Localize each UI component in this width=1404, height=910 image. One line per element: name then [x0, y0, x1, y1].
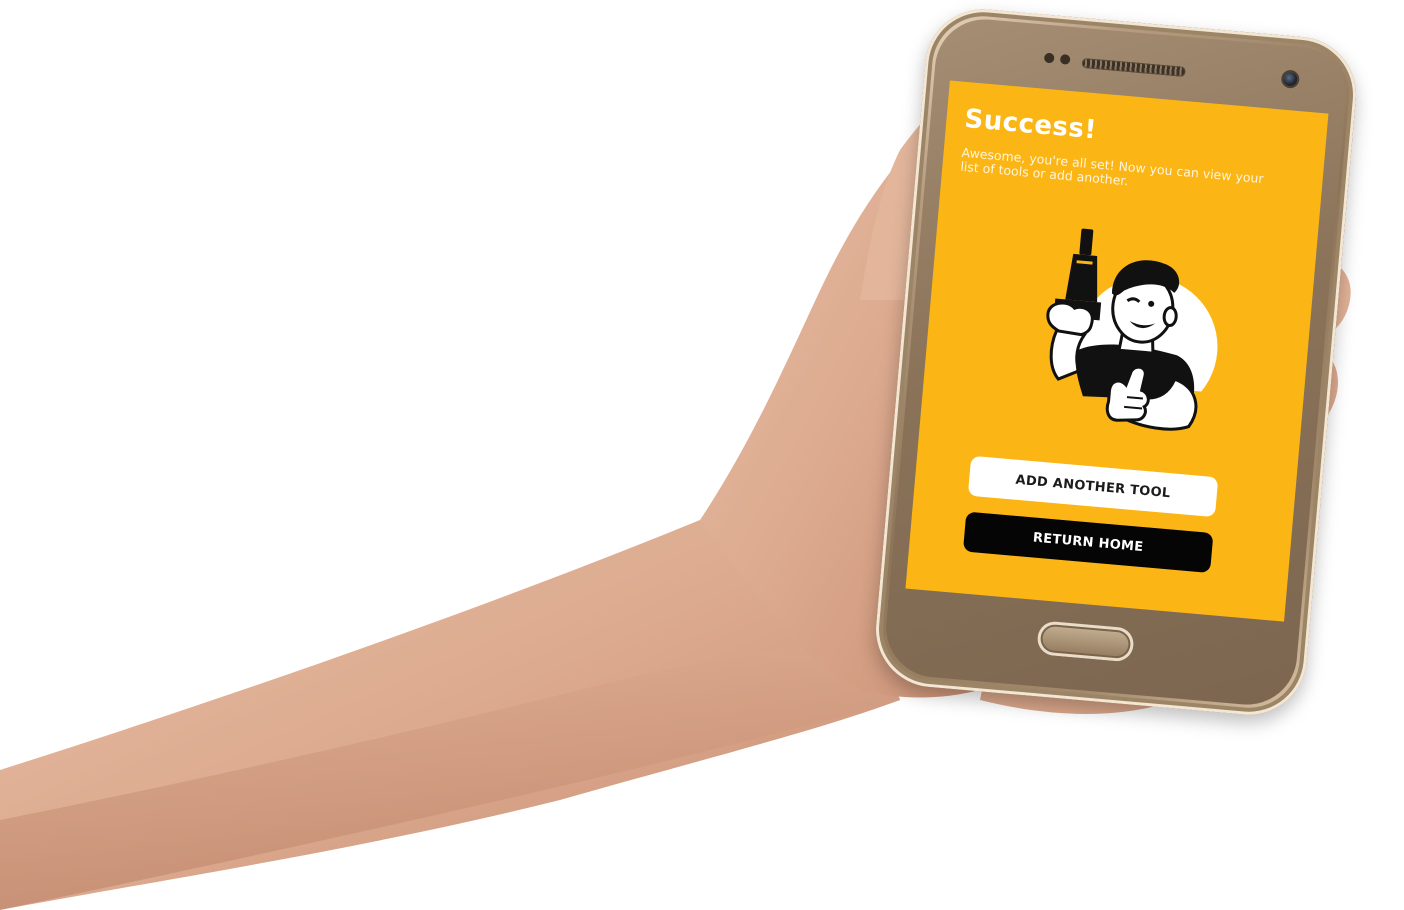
smartphone: Success! Awesome, you're all set! Now yo… [871, 4, 1361, 720]
photo-stage: Success! Awesome, you're all set! Now yo… [0, 0, 1404, 910]
add-another-tool-button[interactable]: ADD ANOTHER TOOL [967, 455, 1219, 518]
page-title: Success! [963, 103, 1098, 146]
success-message: Awesome, you're all set! Now you can vie… [959, 144, 1265, 189]
return-home-button[interactable]: RETURN HOME [962, 511, 1214, 573]
handyman-with-drill-thumbs-up-icon [1046, 228, 1224, 444]
app-screen: Success! Awesome, you're all set! Now yo… [905, 80, 1329, 622]
